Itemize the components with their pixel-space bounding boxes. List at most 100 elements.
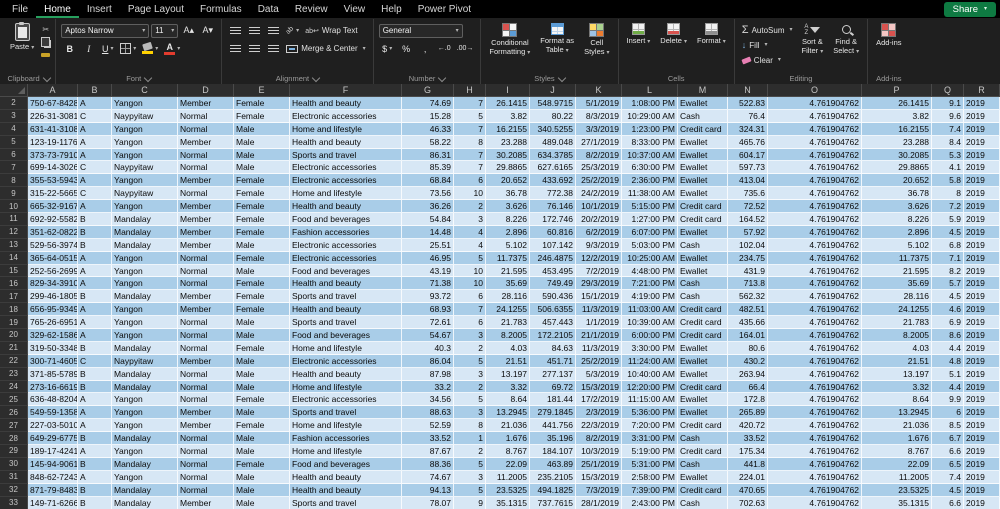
cell-N10[interactable]: 72.52: [728, 200, 768, 214]
cell-N2[interactable]: 522.83: [728, 97, 768, 110]
row-header-25[interactable]: 25: [0, 393, 28, 407]
cell-M24[interactable]: Credit card: [678, 380, 728, 394]
cell-B13[interactable]: B: [78, 238, 112, 252]
cell-Q17[interactable]: 4.5: [932, 290, 964, 304]
cell-H22[interactable]: 5: [454, 354, 486, 368]
cell-K10[interactable]: 10/1/2019: [576, 200, 622, 214]
cell-F29[interactable]: Home and lifestyle: [290, 445, 402, 458]
cell-R10[interactable]: 2019: [964, 200, 1000, 214]
cell-K23[interactable]: 5/3/2019: [576, 367, 622, 381]
cell-I18[interactable]: 24.1255: [486, 303, 530, 317]
cell-I11[interactable]: 8.226: [486, 213, 530, 226]
clipboard-dialog-launcher[interactable]: [42, 73, 51, 83]
cell-M26[interactable]: Ewallet: [678, 406, 728, 420]
cell-A23[interactable]: 371-85-5789: [28, 367, 78, 381]
cell-N21[interactable]: 80.6: [728, 341, 768, 355]
cell-N28[interactable]: 33.52: [728, 432, 768, 446]
cell-Q28[interactable]: 6.7: [932, 432, 964, 446]
cell-Q10[interactable]: 7.2: [932, 200, 964, 214]
cell-R22[interactable]: 2019: [964, 354, 1000, 368]
cell-K3[interactable]: 8/3/2019: [576, 109, 622, 123]
cell-R31[interactable]: 2019: [964, 470, 1000, 484]
cell-C20[interactable]: Yangon: [112, 329, 178, 342]
cell-Q31[interactable]: 7.4: [932, 470, 964, 484]
cell-A8[interactable]: 355-53-5943: [28, 174, 78, 188]
cell-C11[interactable]: Mandalay: [112, 213, 178, 226]
cell-D29[interactable]: Normal: [178, 445, 234, 458]
cell-Q5[interactable]: 8.4: [932, 135, 964, 149]
cell-C28[interactable]: Mandalay: [112, 432, 178, 446]
tab-formulas[interactable]: Formulas: [192, 0, 250, 18]
cell-A10[interactable]: 665-32-9167: [28, 200, 78, 214]
cell-J12[interactable]: 60.816: [530, 225, 576, 239]
cell-P30[interactable]: 22.09: [862, 457, 932, 471]
cell-O13[interactable]: 4.761904762: [768, 238, 862, 252]
cell-L21[interactable]: 3:30:00 PM: [622, 341, 678, 355]
cell-R4[interactable]: 2019: [964, 122, 1000, 136]
cell-L16[interactable]: 7:21:00 PM: [622, 277, 678, 291]
cell-P11[interactable]: 8.226: [862, 213, 932, 226]
cell-P6[interactable]: 30.2085: [862, 148, 932, 162]
cell-J33[interactable]: 737.7615: [530, 496, 576, 509]
cell-Q27[interactable]: 8.5: [932, 419, 964, 433]
cell-I26[interactable]: 13.2945: [486, 406, 530, 420]
cell-P32[interactable]: 23.5325: [862, 483, 932, 497]
cell-N3[interactable]: 76.4: [728, 109, 768, 123]
cell-G32[interactable]: 94.13: [402, 483, 454, 497]
cell-M25[interactable]: Ewallet: [678, 393, 728, 407]
cell-F27[interactable]: Home and lifestyle: [290, 419, 402, 433]
cell-R23[interactable]: 2019: [964, 367, 1000, 381]
cell-C14[interactable]: Yangon: [112, 251, 178, 265]
cell-N6[interactable]: 604.17: [728, 148, 768, 162]
cell-P28[interactable]: 1.676: [862, 432, 932, 446]
cell-M16[interactable]: Cash: [678, 277, 728, 291]
cell-M12[interactable]: Ewallet: [678, 225, 728, 239]
cell-Q20[interactable]: 8.6: [932, 329, 964, 342]
cell-N27[interactable]: 420.72: [728, 419, 768, 433]
copy-icon[interactable]: [41, 37, 51, 47]
cell-E15[interactable]: Male: [234, 264, 290, 278]
cell-D12[interactable]: Member: [178, 225, 234, 239]
cell-N13[interactable]: 102.04: [728, 238, 768, 252]
cell-styles-button[interactable]: Cell Styles ▾: [581, 20, 612, 72]
cell-C9[interactable]: Naypyitaw: [112, 187, 178, 201]
cell-A28[interactable]: 649-29-6775: [28, 432, 78, 446]
cell-E21[interactable]: Female: [234, 341, 290, 355]
cell-E28[interactable]: Male: [234, 432, 290, 446]
cell-L7[interactable]: 6:30:00 PM: [622, 161, 678, 175]
cell-E29[interactable]: Male: [234, 445, 290, 458]
cell-O17[interactable]: 4.761904762: [768, 290, 862, 304]
cell-I27[interactable]: 21.036: [486, 419, 530, 433]
cell-M32[interactable]: Credit card: [678, 483, 728, 497]
cell-R29[interactable]: 2019: [964, 445, 1000, 458]
cell-Q30[interactable]: 6.5: [932, 457, 964, 471]
cell-F22[interactable]: Electronic accessories: [290, 354, 402, 368]
row-header-17[interactable]: 17: [0, 290, 28, 304]
cell-F20[interactable]: Food and beverages: [290, 329, 402, 342]
cell-A2[interactable]: 750-67-8428: [28, 97, 78, 110]
cell-F17[interactable]: Sports and travel: [290, 290, 402, 304]
cell-Q25[interactable]: 9.9: [932, 393, 964, 407]
cell-N23[interactable]: 263.94: [728, 367, 768, 381]
cell-M8[interactable]: Ewallet: [678, 174, 728, 188]
cell-I30[interactable]: 22.09: [486, 457, 530, 471]
cell-R5[interactable]: 2019: [964, 135, 1000, 149]
cell-B32[interactable]: B: [78, 483, 112, 497]
cell-C6[interactable]: Yangon: [112, 148, 178, 162]
cell-H32[interactable]: 5: [454, 483, 486, 497]
cell-F18[interactable]: Health and beauty: [290, 303, 402, 317]
cell-I14[interactable]: 11.7375: [486, 251, 530, 265]
cell-B20[interactable]: A: [78, 329, 112, 342]
cell-Q15[interactable]: 8.2: [932, 264, 964, 278]
cell-G10[interactable]: 36.26: [402, 200, 454, 214]
cell-D14[interactable]: Normal: [178, 251, 234, 265]
cell-A5[interactable]: 123-19-1176: [28, 135, 78, 149]
com ma-style-button[interactable]: ,: [417, 42, 434, 56]
cell-E11[interactable]: Female: [234, 213, 290, 226]
cell-D4[interactable]: Normal: [178, 122, 234, 136]
cell-K20[interactable]: 21/1/2019: [576, 329, 622, 342]
cell-R8[interactable]: 2019: [964, 174, 1000, 188]
font-size-select[interactable]: 11 ▾: [151, 23, 179, 38]
row-header-13[interactable]: 13: [0, 238, 28, 252]
cell-R19[interactable]: 2019: [964, 316, 1000, 330]
